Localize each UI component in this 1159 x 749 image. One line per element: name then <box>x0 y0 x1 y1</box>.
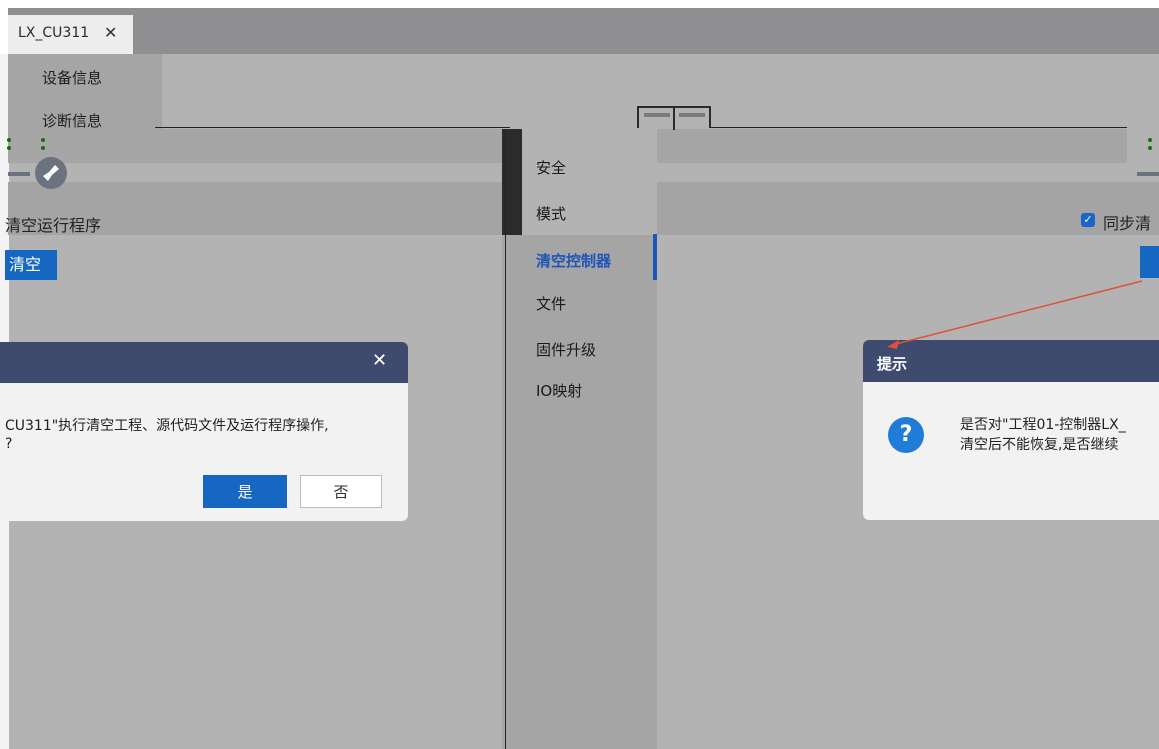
toolbar-icon <box>1137 172 1159 176</box>
toolbar-strip-right <box>657 129 1127 163</box>
broom-icon[interactable] <box>35 157 67 189</box>
question-icon: ? <box>888 417 924 453</box>
nav-active-indicator <box>653 234 657 280</box>
dialog-message: 是否对"工程01-控制器LX_ <box>960 417 1126 433</box>
clear-program-label: 清空运行程序 <box>5 216 102 235</box>
tab-close-icon[interactable]: ✕ <box>104 23 117 42</box>
sync-label: 同步清 <box>1103 214 1152 233</box>
nav-item-security[interactable]: 安全 <box>536 157 566 178</box>
settings-nav <box>502 235 657 749</box>
vertical-divider <box>505 129 506 749</box>
status-dot <box>41 138 45 142</box>
status-dot <box>1148 138 1152 142</box>
nav-item-files[interactable]: 文件 <box>536 293 566 314</box>
tab-bar <box>8 8 1159 54</box>
clear-button-right[interactable] <box>1140 246 1159 278</box>
dialog-header <box>863 340 1159 382</box>
nav-item-io-mapping[interactable]: IO映射 <box>536 380 582 401</box>
status-dot <box>41 146 45 150</box>
nav-item-firmware-upgrade[interactable]: 固件升级 <box>536 339 596 360</box>
sync-checkbox[interactable]: ✓ <box>1081 213 1095 227</box>
dialog-title: 提示 <box>877 355 908 373</box>
tab-label: LX_CU311 <box>18 25 90 41</box>
dialog-message: CU311"执行清空工程、源代码文件及运行程序操作, <box>5 418 329 434</box>
window-layout-icon[interactable] <box>637 106 711 130</box>
close-icon[interactable]: ✕ <box>372 350 387 371</box>
nav-item-clear-controller[interactable]: 清空控制器 <box>536 250 611 271</box>
yes-button[interactable]: 是 <box>203 475 287 508</box>
status-dot <box>7 146 11 150</box>
clear-button[interactable]: 清空 <box>5 250 57 280</box>
nav-item-mode[interactable]: 模式 <box>536 203 566 224</box>
divider-line <box>155 127 510 128</box>
section-header-right <box>657 182 1159 235</box>
dialog-message-2: ? <box>5 436 13 452</box>
toolbar-strip-left <box>8 129 502 163</box>
dialog-header <box>0 342 408 383</box>
dialog-message-2: 清空后不能恢复,是否继续 <box>960 437 1119 453</box>
status-dot <box>1148 146 1152 150</box>
menu-item-device-info[interactable]: 设备信息 <box>42 67 102 88</box>
toolbar-icon <box>8 172 30 176</box>
divider-line <box>657 127 1127 128</box>
status-dot <box>7 138 11 142</box>
menu-item-diagnostics[interactable]: 诊断信息 <box>42 110 102 131</box>
no-button[interactable]: 否 <box>300 475 382 508</box>
